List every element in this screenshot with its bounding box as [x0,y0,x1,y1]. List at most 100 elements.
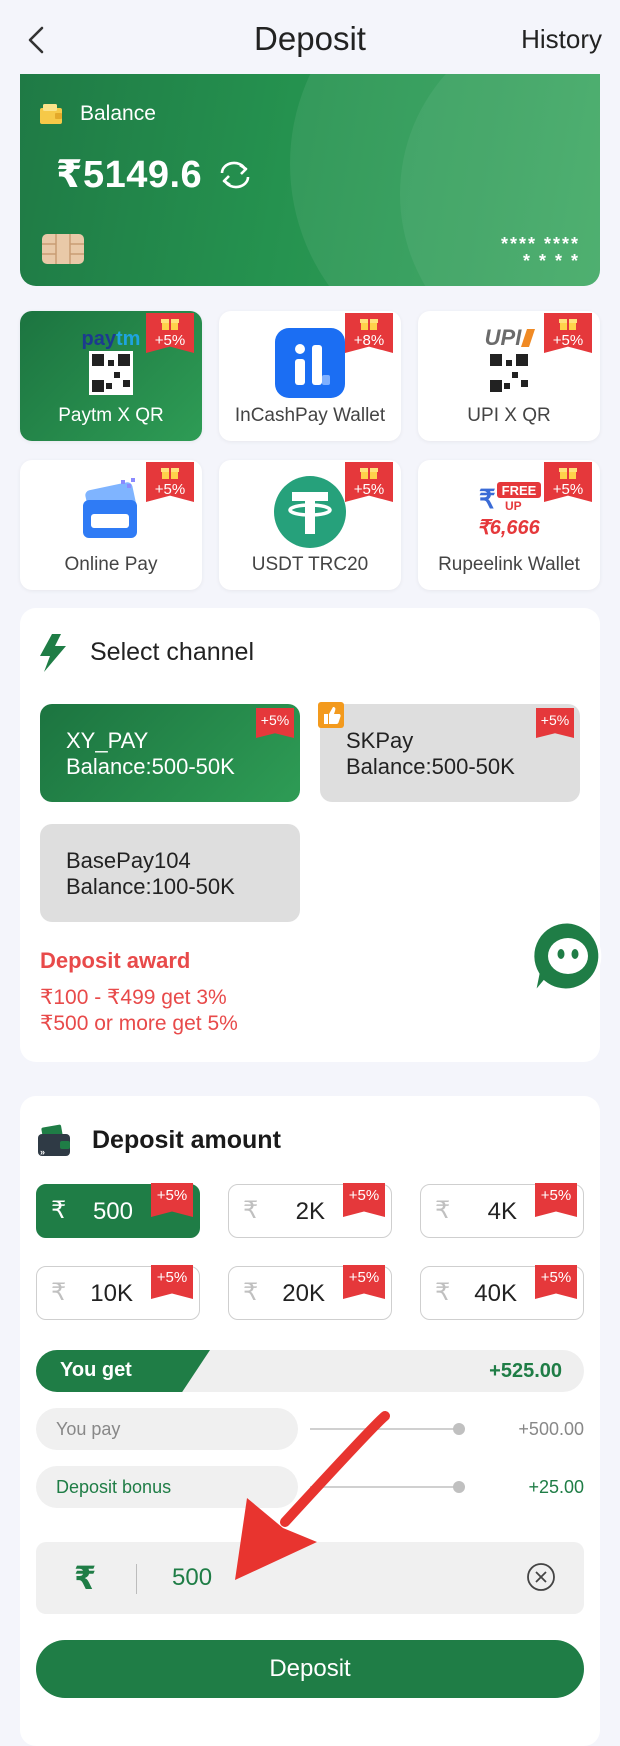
channel-option-basepay104[interactable]: BasePay104 Balance:100-50K [40,824,300,922]
amount-option-value: 20K [282,1280,325,1307]
history-link[interactable]: History [521,24,602,55]
bonus-badge: +5% [345,462,393,502]
svg-text:»: » [40,1147,45,1157]
svg-text:₹: ₹ [479,484,496,514]
card-chip-icon [42,234,84,264]
deposit-amount-title: Deposit amount [92,1126,281,1154]
bonus-badge-text: +5% [154,481,186,498]
svg-text:paytm: paytm [82,328,141,350]
channel-option-skpay[interactable]: SKPay Balance:500-50K +5% [318,702,580,802]
back-arrow-icon[interactable] [18,20,58,60]
rupeelink-icon: ₹ FREE UP ₹6,666 [477,482,541,539]
header: Deposit History [0,0,620,74]
gift-icon [360,319,378,330]
bonus-badge: +5% [151,1183,193,1217]
balance-label: Balance [80,102,156,125]
balance-card: Balance ₹5149.6 **** **** * * * * [20,74,600,286]
payment-method-rupeelink[interactable]: ₹ FREE UP ₹6,666 +5% Rupeelink Wallet [418,460,600,590]
bonus-badge: +5% [544,313,592,353]
deposit-amount-panel: » Deposit amount ₹ 500 +5% ₹ 2K +5% ₹ 4K… [20,1096,600,1746]
gift-icon [559,319,577,330]
amount-input-value[interactable]: 500 [172,1564,212,1592]
detail-connector [310,1486,460,1488]
deposit-button[interactable]: Deposit [36,1640,584,1698]
gift-icon [161,319,179,330]
channel-option-xy-pay[interactable]: XY_PAY Balance:500-50K +5% [40,704,300,802]
payment-method-label: Online Pay [64,554,158,575]
thumbs-up-icon [318,702,344,728]
gift-icon [360,468,378,479]
card-number-mask: **** **** * * * * [501,235,580,271]
svg-text:FREE: FREE [502,483,537,498]
you-pay-pill: You pay [36,1408,298,1450]
payment-method-label: USDT TRC20 [251,554,369,575]
bonus-badge-text: +5% [154,332,186,349]
you-pay-label: You pay [56,1419,121,1439]
chat-support-icon[interactable] [528,918,608,998]
lightning-icon [40,634,66,672]
payment-method-online-pay[interactable]: +5% Online Pay [20,460,202,590]
bonus-badge: +5% [256,708,294,738]
you-get-bar: You get +525.00 [36,1350,584,1392]
channel-panel: Select channel XY_PAY Balance:500-50K +5… [20,608,600,1062]
deposit-bonus-label: Deposit bonus [56,1477,172,1497]
card-mask-line: * * * * [522,251,580,271]
channel-name: BasePay104 [66,848,191,873]
rupee-icon: ₹ [51,1197,67,1224]
payment-method-label: Paytm X QR [58,405,164,426]
deposit-award-line: ₹500 or more get 5% [40,1012,238,1035]
payment-method-paytm-qr[interactable]: paytm +5% Paytm X QR [20,311,202,441]
payment-method-incashpay[interactable]: +8% InCashPay Wallet [219,311,401,441]
you-get-label: You get [60,1359,132,1381]
channel-text: XY_PAY Balance:500-50K [66,728,235,780]
bonus-badge: +5% [535,1183,577,1217]
amount-option-20k[interactable]: ₹ 20K +5% [228,1265,392,1320]
rupee-icon: ₹ [435,1197,451,1224]
payment-method-usdt[interactable]: +5% USDT TRC20 [219,460,401,590]
wallet-icon [40,104,62,124]
bonus-badge: +5% [146,313,194,353]
rupee-icon: ₹ [435,1279,451,1306]
amount-option-value: 4K [487,1198,517,1225]
payment-method-label: Rupeelink Wallet [438,554,580,575]
channel-title: Select channel [90,638,255,666]
amount-option-10k[interactable]: ₹ 10K +5% [36,1265,200,1320]
channel-balance: Balance:500-50K [66,754,235,779]
bonus-badge: +5% [535,1265,577,1299]
gift-icon [559,468,577,479]
deposit-award-title: Deposit award [40,948,191,973]
bonus-badge-text: +8% [353,332,385,349]
payment-method-label: InCashPay Wallet [234,405,386,426]
bonus-badge: +8% [345,313,393,353]
deposit-bonus-value: +25.00 [528,1477,584,1497]
channel-balance: Balance:100-50K [66,874,235,899]
payment-method-upi-qr[interactable]: UPI +5% UPI X QR [418,311,600,441]
channel-text: SKPay Balance:500-50K [346,728,515,780]
channel-balance: Balance:500-50K [346,754,515,779]
amount-option-2k[interactable]: ₹ 2K +5% [228,1183,392,1238]
bonus-badge-text: +5% [552,481,584,498]
amount-option-500[interactable]: ₹ 500 +5% [36,1183,200,1238]
bonus-badge: +5% [343,1183,385,1217]
channel-name: XY_PAY [66,728,149,753]
amount-option-4k[interactable]: ₹ 4K +5% [420,1183,584,1238]
detail-dot [453,1423,465,1435]
amount-input[interactable]: ₹ 500 [36,1542,584,1614]
svg-text:UPI: UPI [485,325,523,350]
rupee-icon: ₹ [243,1279,259,1306]
clear-icon[interactable] [526,1562,556,1592]
you-get-value: +525.00 [489,1360,562,1382]
rupee-icon: ₹ [243,1197,259,1224]
tether-icon [274,476,346,548]
channel-name: SKPay [346,728,414,753]
channel-text: BasePay104 Balance:100-50K [66,848,235,900]
payment-method-label: UPI X QR [467,405,551,426]
bonus-badge: +5% [536,708,574,738]
deposit-bonus-pill: Deposit bonus [36,1466,298,1508]
bonus-badge-text: +5% [552,332,584,349]
bonus-badge: +5% [151,1265,193,1299]
refresh-icon[interactable] [216,160,254,190]
amount-option-value: 2K [295,1198,325,1225]
amount-option-40k[interactable]: ₹ 40K +5% [420,1265,584,1320]
input-divider [136,1564,137,1594]
